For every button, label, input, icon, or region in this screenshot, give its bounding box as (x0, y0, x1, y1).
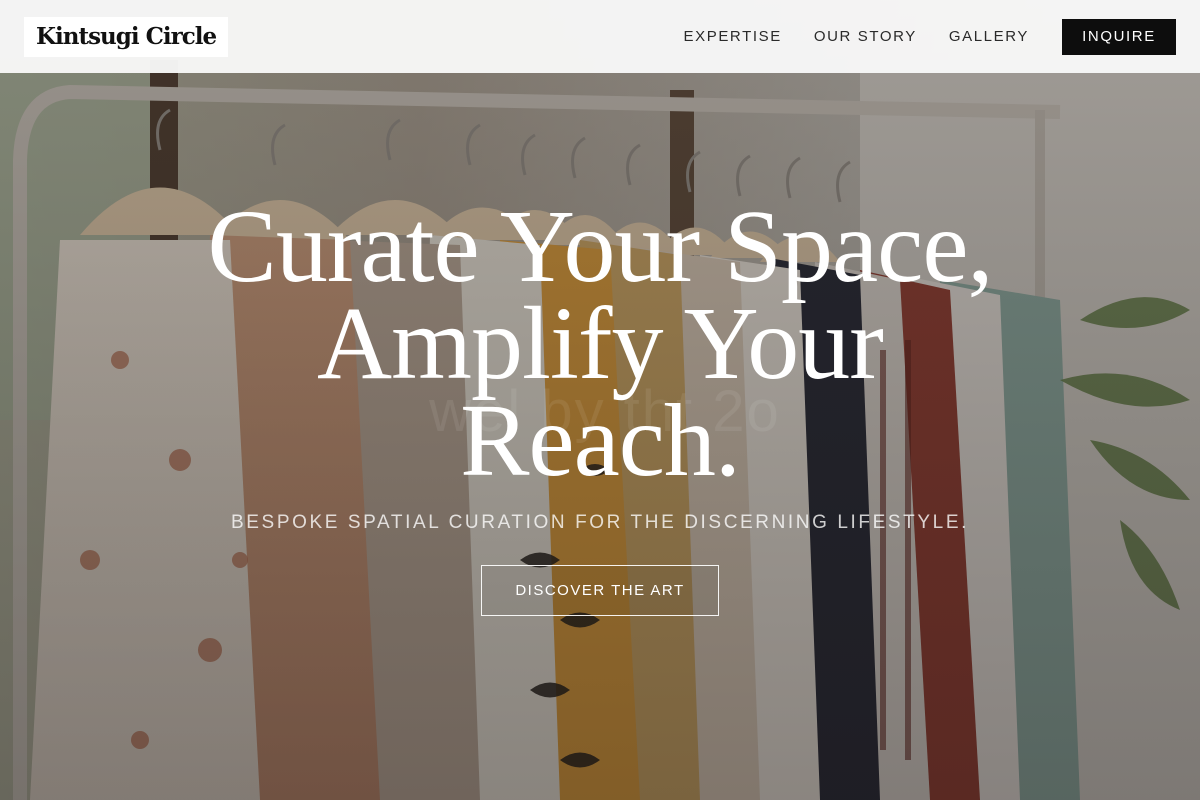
logo[interactable]: Kintsugi Circle (24, 16, 229, 57)
hero-heading: Curate Your Space, Amplify Your Reach. (100, 195, 1100, 493)
hero-subtitle: BESPOKE SPATIAL CURATION FOR THE DISCERN… (231, 512, 969, 533)
hero-section: Curate Your Space, Amplify Your Reach. w… (0, 0, 1200, 800)
site-header: Kintsugi Circle EXPERTISE OUR STORY GALL… (0, 0, 1200, 73)
nav-link-our-story[interactable]: OUR STORY (814, 28, 917, 45)
logo-text: Kintsugi Circle (36, 23, 217, 50)
inquire-button[interactable]: INQUIRE (1062, 18, 1176, 55)
main-nav: EXPERTISE OUR STORY GALLERY INQUIRE (684, 18, 1176, 55)
nav-link-gallery[interactable]: GALLERY (949, 28, 1029, 45)
nav-link-expertise[interactable]: EXPERTISE (684, 28, 782, 45)
discover-the-art-button[interactable]: DISCOVER THE ART (481, 565, 719, 616)
hero-watermark: wel by tht 2o (429, 379, 781, 444)
